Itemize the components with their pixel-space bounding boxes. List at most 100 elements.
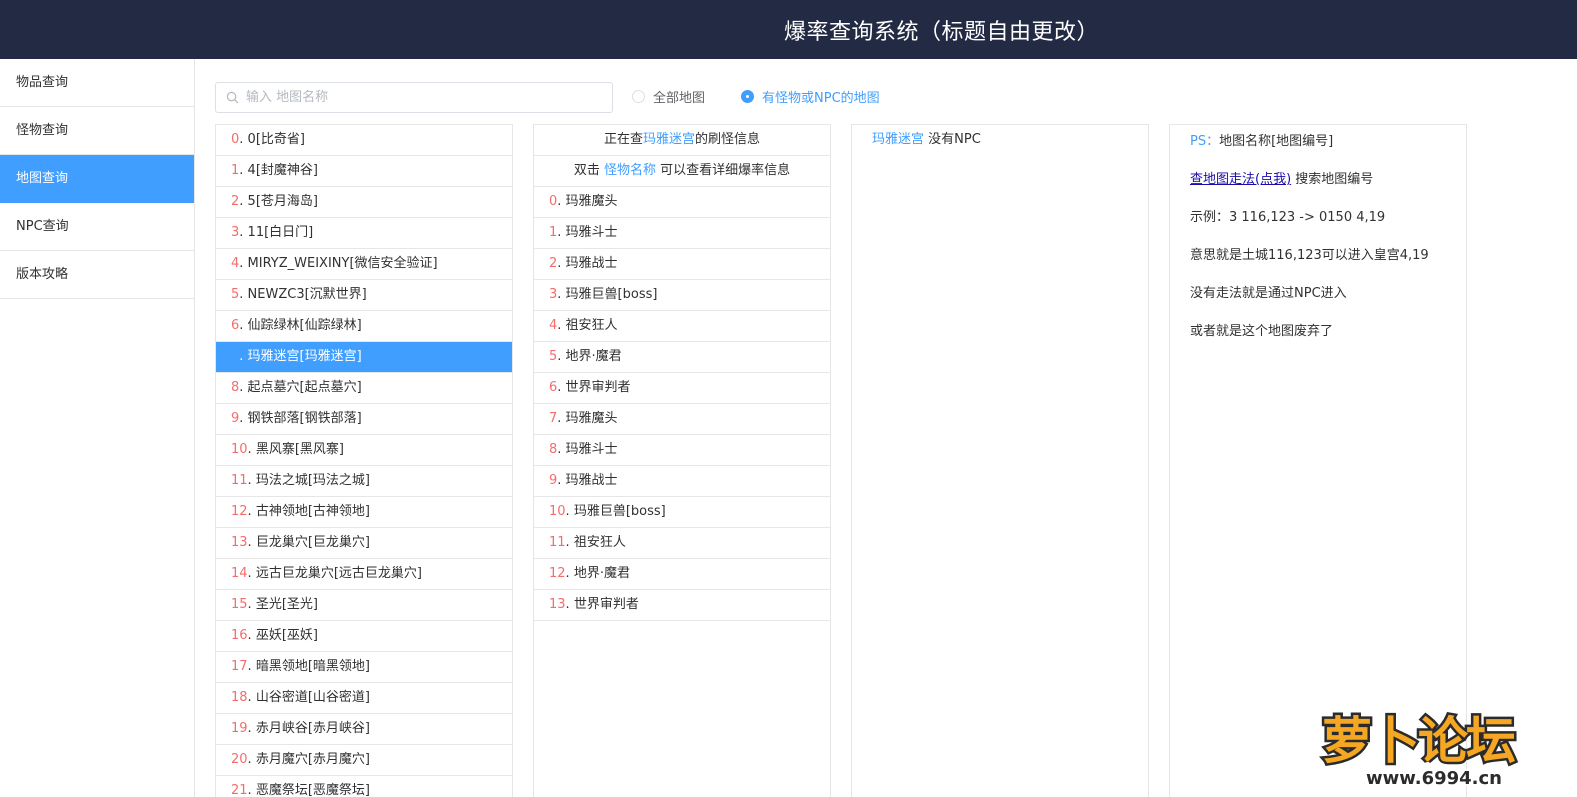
- monster-list-item[interactable]: 8. 玛雅斗士: [534, 435, 830, 466]
- monster-list-item[interactable]: 2. 玛雅战士: [534, 249, 830, 280]
- map-list-item-name: 圣光[圣光]: [255, 597, 318, 612]
- map-list-item[interactable]: 8. 起点墓穴[起点墓穴]: [216, 373, 512, 404]
- map-list-item[interactable]: 10. 黑风寨[黑风寨]: [216, 435, 512, 466]
- map-list-item-separator: .: [247, 721, 256, 736]
- map-list-item[interactable]: 16. 巫妖[巫妖]: [216, 621, 512, 652]
- sidebar-item-guide[interactable]: 版本攻略: [0, 251, 194, 299]
- npc-panel: 玛雅迷宫 没有NPC: [851, 124, 1149, 797]
- sidebar-item-npc[interactable]: NPC查询: [0, 203, 194, 251]
- map-list-item-name: 暗黑领地[暗黑领地]: [255, 659, 370, 674]
- monster-list-item[interactable]: 3. 玛雅巨兽[boss]: [534, 280, 830, 311]
- map-list-item[interactable]: 18. 山谷密道[山谷密道]: [216, 683, 512, 714]
- search-icon: [226, 91, 239, 104]
- monster-list-item-name: 世界审判者: [565, 380, 631, 395]
- map-list-item[interactable]: 4. MIRYZ_WEIXINY[微信安全验证]: [216, 249, 512, 280]
- monster-list-item-separator: .: [557, 256, 566, 271]
- monster-list-item[interactable]: 10. 玛雅巨兽[boss]: [534, 497, 830, 528]
- map-list-item[interactable]: 12. 古神领地[古神领地]: [216, 497, 512, 528]
- monster-list-item[interactable]: 4. 祖安狂人: [534, 311, 830, 342]
- radio-all-maps-label: 全部地图: [653, 90, 706, 106]
- radio-with-monsters-circle[interactable]: [741, 89, 754, 103]
- search-box[interactable]: [215, 82, 613, 113]
- monster-list-item-index: 12: [549, 566, 566, 581]
- map-list-item[interactable]: 19. 赤月峡谷[赤月峡谷]: [216, 714, 512, 745]
- map-list-item[interactable]: 0. 0[比奇省]: [216, 125, 512, 156]
- monster-list-item-name: 玛雅斗士: [565, 225, 618, 240]
- monster-list-item-separator: .: [565, 597, 574, 612]
- map-list-item-separator: .: [239, 163, 248, 178]
- watermark-logo-text: 萝卜论坛: [1322, 712, 1515, 770]
- monster-list-item-separator: .: [557, 442, 566, 457]
- monster-list-item[interactable]: 6. 世界审判者: [534, 373, 830, 404]
- map-list-item-index: 16: [231, 628, 248, 643]
- monster-list-item[interactable]: 1. 玛雅斗士: [534, 218, 830, 249]
- monster-list-item[interactable]: 12. 地界·魔君: [534, 559, 830, 590]
- monster-list-item-name: 玛雅巨兽[boss]: [573, 504, 666, 519]
- sidebar-item-monsters[interactable]: 怪物查询: [0, 107, 194, 155]
- map-list-item-name: 11[白日门]: [247, 225, 314, 240]
- map-list-item-separator: .: [247, 535, 256, 550]
- map-list-item-separator: .: [239, 194, 248, 209]
- map-list-item-separator: .: [239, 380, 248, 395]
- map-list-item[interactable]: 5. NEWZC3[沉默世界]: [216, 280, 512, 311]
- map-list-item[interactable]: 20. 赤月魔穴[赤月魔穴]: [216, 745, 512, 776]
- map-list-item[interactable]: 1. 4[封魔神谷]: [216, 156, 512, 187]
- map-list-item-name: 玛雅迷宫[玛雅迷宫]: [247, 349, 362, 364]
- radio-with-monsters[interactable]: 有怪物或NPC的地图: [741, 87, 880, 106]
- monster-list-item-name: 玛雅战士: [565, 256, 618, 271]
- monster-list-hint: 双击 怪物名称 可以查看详细爆率信息: [534, 156, 830, 187]
- sidebar-item-maps[interactable]: 地图查询: [0, 155, 194, 203]
- monster-list-item-index: 11: [549, 535, 566, 550]
- monster-header-map-link[interactable]: 玛雅迷宫: [643, 132, 695, 147]
- map-list-item-separator: .: [247, 566, 256, 581]
- monster-list-item-separator: .: [557, 473, 566, 488]
- monster-list-item-name: 地界·魔君: [565, 349, 622, 364]
- monster-list-item-separator: .: [557, 318, 566, 333]
- monster-hint-suffix: 可以查看详细爆率信息: [660, 163, 791, 178]
- watermark-url: www.6994.cn: [1366, 768, 1502, 789]
- monster-list-item-separator: .: [557, 225, 566, 240]
- map-list-item-name: 黑风寨[黑风寨]: [255, 442, 344, 457]
- map-list-item[interactable]: 13. 巨龙巢穴[巨龙巢穴]: [216, 528, 512, 559]
- npc-map-link[interactable]: 玛雅迷宫: [872, 132, 924, 147]
- monster-list-item-index: 13: [549, 597, 566, 612]
- map-list-item[interactable]: 11. 玛法之城[玛法之城]: [216, 466, 512, 497]
- map-list-item[interactable]: 9. 钢铁部落[钢铁部落]: [216, 404, 512, 435]
- monster-list-item-index: 10: [549, 504, 566, 519]
- monster-list-item[interactable]: 11. 祖安狂人: [534, 528, 830, 559]
- map-list-item-name: 起点墓穴[起点墓穴]: [247, 380, 362, 395]
- map-list-item-separator: .: [247, 690, 256, 705]
- ps-label: PS：: [1190, 134, 1220, 149]
- monster-list-item[interactable]: 7. 玛雅魔头: [534, 404, 830, 435]
- monster-list-item[interactable]: 9. 玛雅战士: [534, 466, 830, 497]
- sidebar-item-items[interactable]: 物品查询: [0, 59, 194, 107]
- map-list-item-name: 4[封魔神谷]: [247, 163, 318, 178]
- map-list-item-separator: .: [239, 287, 248, 302]
- map-list-item-separator: .: [247, 504, 256, 519]
- map-list-item[interactable]: 17. 暗黑领地[暗黑领地]: [216, 652, 512, 683]
- monster-list-item-separator: .: [565, 566, 574, 581]
- route-link[interactable]: 查地图走法(点我): [1190, 172, 1291, 187]
- map-list-item[interactable]: 2. 5[苍月海岛]: [216, 187, 512, 218]
- map-list-item[interactable]: 7. 玛雅迷宫[玛雅迷宫]: [216, 342, 512, 373]
- monster-header-suffix: 的刷怪信息: [695, 132, 761, 147]
- map-list-item-separator: .: [247, 597, 256, 612]
- ps-line: PS：地图名称[地图编号]: [1190, 130, 1333, 149]
- monster-list-item[interactable]: 13. 世界审判者: [534, 590, 830, 621]
- map-list-item[interactable]: 6. 仙踪绿林[仙踪绿林]: [216, 311, 512, 342]
- map-list-item[interactable]: 3. 11[白日门]: [216, 218, 512, 249]
- map-list-item[interactable]: 21. 恶魔祭坛[恶魔祭坛]: [216, 776, 512, 797]
- search-input[interactable]: [246, 83, 606, 112]
- map-list-item-name: 5[苍月海岛]: [247, 194, 318, 209]
- map-list-item-separator: .: [239, 225, 248, 240]
- monster-list-item[interactable]: 5. 地界·魔君: [534, 342, 830, 373]
- radio-all-maps[interactable]: 全部地图: [632, 87, 706, 106]
- map-list-item-separator: .: [247, 473, 256, 488]
- monster-list-item[interactable]: 0. 玛雅魔头: [534, 187, 830, 218]
- radio-all-maps-circle[interactable]: [632, 89, 645, 103]
- monster-list-item-name: 玛雅魔头: [565, 194, 618, 209]
- map-list-item[interactable]: 15. 圣光[圣光]: [216, 590, 512, 621]
- map-list-item[interactable]: 14. 远古巨龙巢穴[远古巨龙巢穴]: [216, 559, 512, 590]
- map-list-item-index: 12: [231, 504, 248, 519]
- map-list: 0. 0[比奇省] 1. 4[封魔神谷] 2. 5[苍月海岛] 3. 11[白日门] 4…: [216, 125, 512, 797]
